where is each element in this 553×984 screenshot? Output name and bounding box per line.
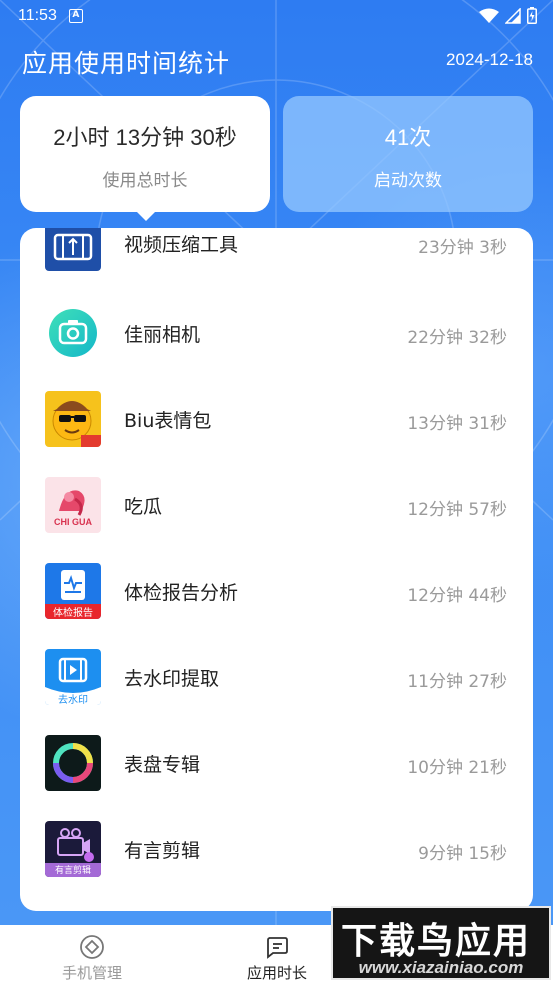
app-name: Biu表情包	[124, 410, 212, 432]
app-time: 23分钟 3秒	[418, 238, 507, 258]
app-time: 22分钟 32秒	[407, 328, 507, 348]
nav-app-duration[interactable]: 应用时长	[207, 925, 347, 984]
list-item[interactable]: Biu表情包 13分钟 31秒	[20, 376, 533, 462]
nav-phone-manage[interactable]: 手机管理	[22, 925, 162, 984]
video-compress-icon	[45, 228, 101, 271]
status-time: 11:53	[18, 7, 57, 24]
watermark-remove-icon: 去水印	[45, 649, 101, 705]
camera-icon	[45, 305, 101, 361]
nav-label: 应用时长	[246, 964, 307, 982]
app-time: 12分钟 57秒	[407, 500, 507, 520]
watermark-url: www.xiazainiao.com	[358, 958, 524, 977]
app-name: 佳丽相机	[124, 324, 201, 346]
wifi-icon	[479, 8, 499, 23]
list-item[interactable]: CHI GUA 吃瓜 12分钟 57秒	[20, 462, 533, 548]
video-edit-icon-label: 有言剪辑	[54, 866, 91, 876]
chigua-icon: CHI GUA	[45, 477, 101, 533]
total-time-card[interactable]: 2小时 13分钟 30秒 使用总时长	[20, 96, 270, 212]
launch-count-card[interactable]: 41次 启动次数	[283, 96, 533, 212]
launch-count-value: 41次	[384, 125, 432, 150]
app-name: 视频压缩工具	[124, 234, 239, 256]
app-name: 体检报告分析	[124, 582, 239, 604]
app-usage-list[interactable]: 视频压缩工具 23分钟 3秒 佳丽相机 22分钟 32秒 Biu表情包 13分钟…	[20, 228, 533, 911]
list-item[interactable]: 佳丽相机 22分钟 32秒	[20, 290, 533, 376]
chigua-icon-label: CHI GUA	[54, 517, 92, 527]
dial-ring-icon	[45, 735, 101, 791]
app-name: 表盘专辑	[124, 754, 201, 776]
signal-icon	[505, 7, 521, 24]
watermark-title: 下载鸟应用	[341, 921, 532, 962]
app-name: 去水印提取	[124, 668, 220, 690]
list-item[interactable]: 体检报告 体检报告分析 12分钟 44秒	[20, 548, 533, 634]
app-name: 吃瓜	[124, 496, 163, 518]
app-time: 13分钟 31秒	[407, 414, 507, 434]
app-time: 12分钟 44秒	[407, 586, 507, 606]
site-watermark: 下载鸟应用 www.xiazainiao.com	[331, 906, 551, 980]
card-pointer	[135, 210, 157, 221]
total-time-label: 使用总时长	[102, 171, 188, 191]
health-report-icon-label: 体检报告	[53, 608, 93, 619]
list-item[interactable]: 表盘专辑 10分钟 21秒	[20, 720, 533, 806]
phone-manage-icon	[80, 935, 104, 959]
list-item[interactable]: 有言剪辑 有言剪辑 9分钟 15秒	[20, 806, 533, 892]
list-item[interactable]: 视频压缩工具 23分钟 3秒	[20, 228, 533, 286]
status-bar: 11:53 A	[0, 0, 553, 32]
app-time: 11分钟 27秒	[407, 672, 507, 692]
app-name: 有言剪辑	[124, 840, 201, 862]
page-title: 应用使用时间统计	[22, 49, 231, 78]
video-edit-icon: 有言剪辑	[45, 821, 101, 877]
health-report-icon: 体检报告	[45, 563, 101, 619]
launch-count-label: 启动次数	[374, 171, 442, 191]
status-icons	[479, 7, 537, 24]
notification-icon: A	[68, 9, 83, 23]
list-item[interactable]: 去水印 去水印提取 11分钟 27秒	[20, 634, 533, 720]
app-duration-icon	[267, 937, 288, 959]
emoji-face-icon	[45, 391, 101, 447]
app-time: 9分钟 15秒	[418, 844, 507, 864]
total-time-value: 2小时 13分钟 30秒	[53, 125, 237, 150]
date-label: 2024-12-18	[446, 50, 533, 69]
battery-icon	[527, 7, 537, 24]
nav-label: 手机管理	[61, 964, 122, 982]
app-time: 10分钟 21秒	[407, 758, 507, 778]
watermark-remove-icon-label: 去水印	[58, 695, 88, 705]
